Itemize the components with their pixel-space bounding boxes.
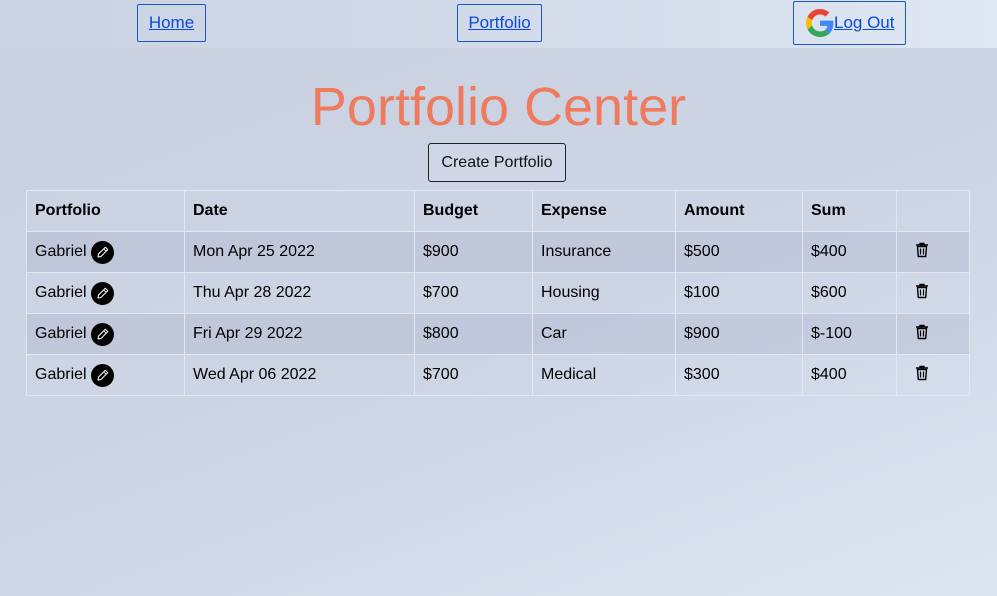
portfolio-cell: Gabriel bbox=[26, 313, 185, 355]
trash-icon[interactable] bbox=[915, 365, 929, 381]
actions-cell bbox=[896, 354, 970, 396]
sum-cell: $-100 bbox=[802, 313, 897, 355]
pencil-icon[interactable] bbox=[90, 363, 114, 387]
table-row: Gabriel Mon Apr 25 2022 $900 Insurance $… bbox=[26, 231, 970, 273]
table-row: Gabriel Thu Apr 28 2022 $700 Housing $10… bbox=[26, 272, 970, 314]
budget-cell: $900 bbox=[414, 231, 533, 273]
trash-icon[interactable] bbox=[915, 283, 929, 299]
header-expense: Expense bbox=[532, 190, 676, 232]
date-cell: Mon Apr 25 2022 bbox=[184, 231, 415, 273]
portfolio-name: Gabriel bbox=[35, 284, 87, 301]
portfolio-name: Gabriel bbox=[35, 366, 87, 383]
sum-cell: $400 bbox=[802, 354, 897, 396]
header-amount: Amount bbox=[675, 190, 803, 232]
budget-cell: $700 bbox=[414, 354, 533, 396]
expense-cell: Medical bbox=[532, 354, 676, 396]
logout-label: Log Out bbox=[834, 13, 895, 32]
portfolio-cell: Gabriel bbox=[26, 231, 185, 273]
pencil-icon[interactable] bbox=[90, 281, 114, 305]
amount-cell: $100 bbox=[675, 272, 803, 314]
navbar: Home Portfolio Log Out bbox=[0, 0, 997, 48]
expense-cell: Housing bbox=[532, 272, 676, 314]
pencil-icon[interactable] bbox=[90, 322, 114, 346]
date-cell: Wed Apr 06 2022 bbox=[184, 354, 415, 396]
trash-icon[interactable] bbox=[915, 324, 929, 340]
trash-icon[interactable] bbox=[915, 242, 929, 258]
amount-cell: $500 bbox=[675, 231, 803, 273]
google-icon bbox=[806, 9, 834, 37]
logout-button[interactable]: Log Out bbox=[793, 1, 906, 45]
actions-cell bbox=[896, 231, 970, 273]
sum-cell: $400 bbox=[802, 231, 897, 273]
header-actions bbox=[896, 190, 970, 232]
sum-cell: $600 bbox=[802, 272, 897, 314]
expense-cell: Insurance bbox=[532, 231, 676, 273]
actions-cell bbox=[896, 313, 970, 355]
date-cell: Thu Apr 28 2022 bbox=[184, 272, 415, 314]
create-portfolio-button[interactable]: Create Portfolio bbox=[428, 143, 566, 182]
page-title: Portfolio Center bbox=[310, 77, 687, 137]
actions-cell bbox=[896, 272, 970, 314]
table-row: Gabriel Fri Apr 29 2022 $800 Car $900 $-… bbox=[26, 313, 970, 355]
portfolio-cell: Gabriel bbox=[26, 354, 185, 396]
portfolio-cell: Gabriel bbox=[26, 272, 185, 314]
amount-cell: $300 bbox=[675, 354, 803, 396]
table-header-row: Portfolio Date Budget Expense Amount Sum bbox=[26, 190, 970, 232]
header-date: Date bbox=[184, 190, 415, 232]
expense-cell: Car bbox=[532, 313, 676, 355]
pencil-icon[interactable] bbox=[90, 240, 114, 264]
header-budget: Budget bbox=[414, 190, 533, 232]
date-cell: Fri Apr 29 2022 bbox=[184, 313, 415, 355]
portfolio-name: Gabriel bbox=[35, 243, 87, 260]
header-sum: Sum bbox=[802, 190, 897, 232]
budget-cell: $700 bbox=[414, 272, 533, 314]
portfolio-table: Portfolio Date Budget Expense Amount Sum… bbox=[26, 190, 970, 396]
header-portfolio: Portfolio bbox=[26, 190, 185, 232]
portfolio-nav-button[interactable]: Portfolio bbox=[457, 4, 542, 42]
amount-cell: $900 bbox=[675, 313, 803, 355]
budget-cell: $800 bbox=[414, 313, 533, 355]
table-row: Gabriel Wed Apr 06 2022 $700 Medical $30… bbox=[26, 354, 970, 396]
portfolio-name: Gabriel bbox=[35, 325, 87, 342]
home-nav-button[interactable]: Home bbox=[137, 4, 206, 42]
